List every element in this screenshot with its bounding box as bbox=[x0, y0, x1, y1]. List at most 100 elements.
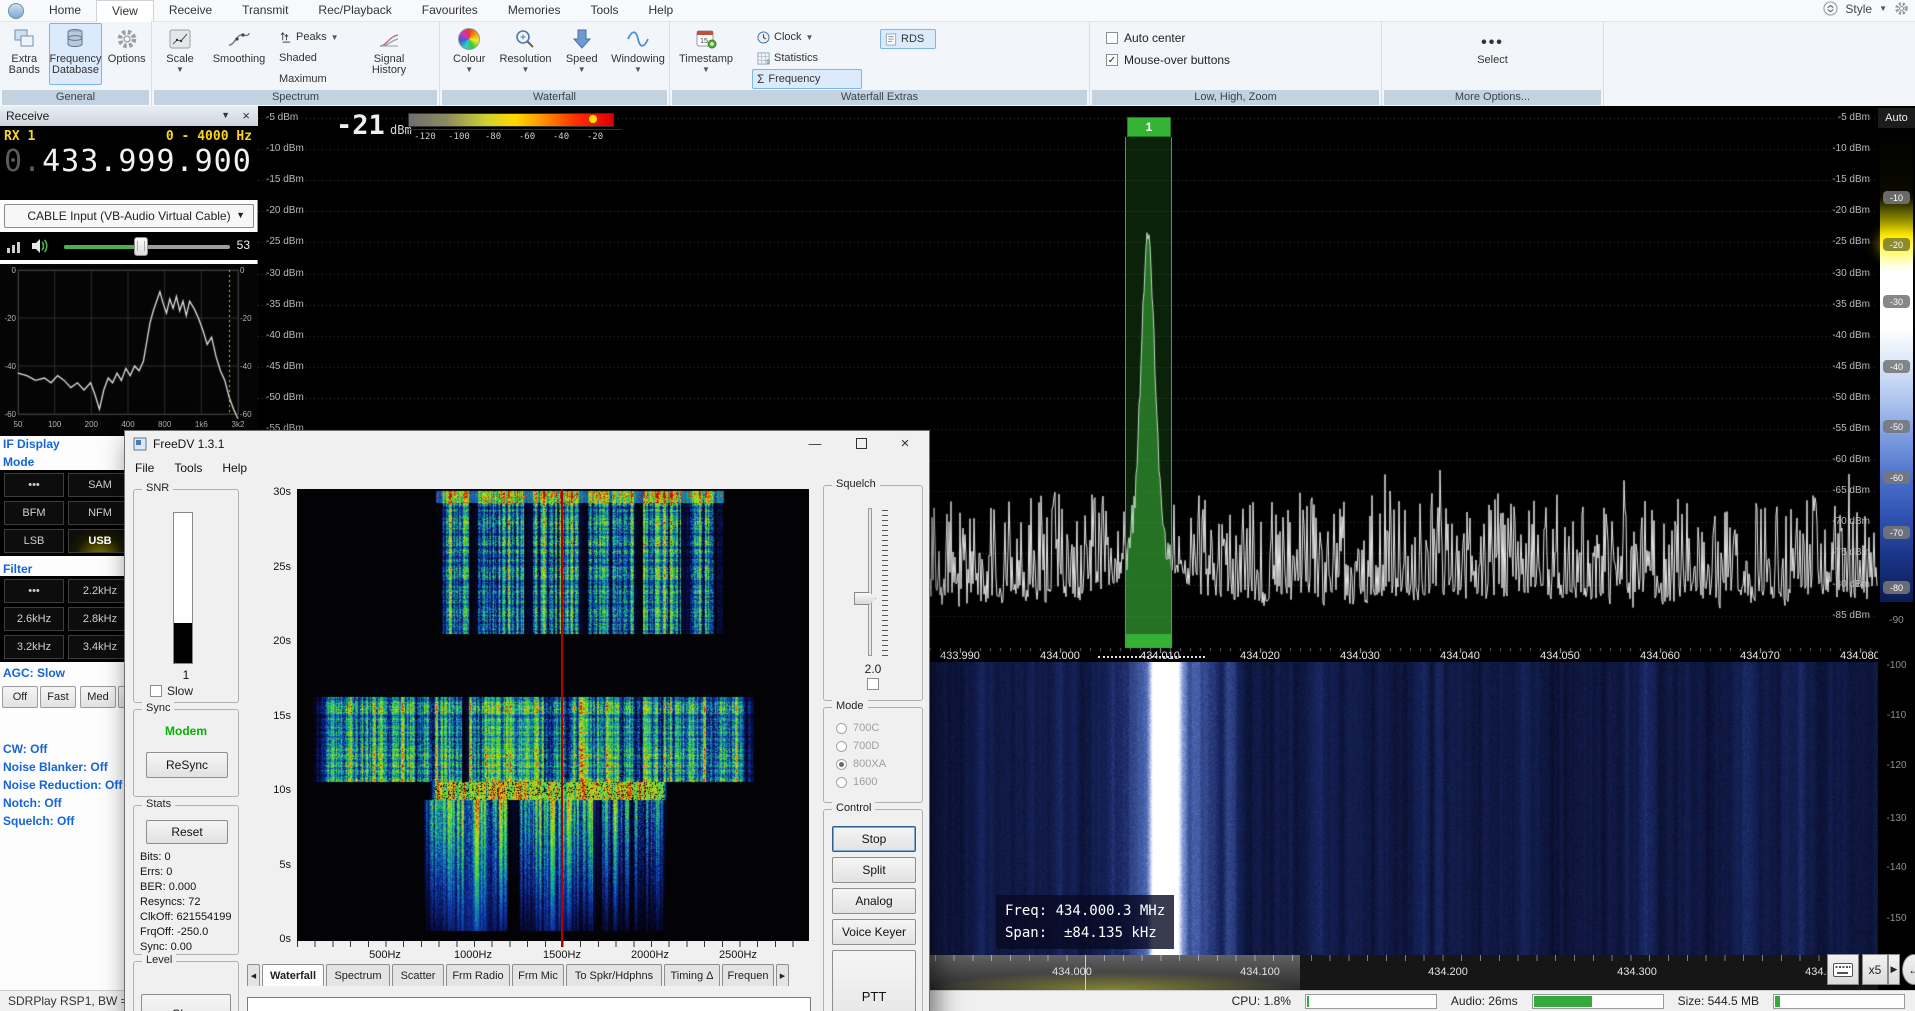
statistics-menu-item[interactable]: 9 Statistics bbox=[752, 48, 862, 68]
text-entry-field[interactable] bbox=[247, 997, 811, 1011]
ribbon-tab-receive[interactable]: Receive bbox=[154, 0, 227, 21]
filter-button-26khz[interactable]: 2.6kHz bbox=[4, 607, 64, 631]
audio-device-dropdown[interactable]: CABLE Input (VB-Audio Virtual Cable) ▼ bbox=[4, 204, 254, 228]
squelch-slider-track[interactable] bbox=[868, 508, 872, 656]
filter-button-[interactable]: ••• bbox=[4, 579, 64, 603]
resync-button[interactable]: ReSync bbox=[146, 752, 228, 778]
ribbon-tab-tools[interactable]: Tools bbox=[576, 0, 634, 21]
levels-icon[interactable] bbox=[6, 238, 22, 254]
if-spectrum-graph[interactable]: 00-20-20-40-40-60-60501002004008001k63k2 bbox=[0, 264, 258, 436]
rx-channel-band[interactable] bbox=[1125, 137, 1172, 648]
maximize-button[interactable] bbox=[839, 431, 883, 456]
peaks-menu-item[interactable]: Peaks▼ bbox=[274, 27, 358, 47]
select-button[interactable]: ••• Select bbox=[1458, 23, 1528, 85]
palette-gradient-bar[interactable] bbox=[408, 113, 614, 127]
stop-button[interactable]: Stop bbox=[832, 826, 916, 852]
legend-auto-button[interactable]: Auto bbox=[1878, 108, 1915, 128]
maximum-menu-item[interactable]: Maximum bbox=[274, 69, 358, 89]
ribbon-tab-view[interactable]: View bbox=[96, 0, 154, 22]
clock-menu-item[interactable]: Clock▼ bbox=[752, 27, 862, 47]
tab-frm-radio[interactable]: Frm Radio bbox=[446, 964, 510, 986]
mode-button-[interactable]: ••• bbox=[4, 473, 64, 497]
frequency-lcd[interactable]: RX 1 0 - 4000 Hz 0.433.999.900 bbox=[0, 126, 258, 200]
signal-history-button[interactable]: Signal History bbox=[362, 23, 416, 85]
filter-button-28khz[interactable]: 2.8kHz bbox=[68, 607, 132, 631]
agc-button-off[interactable]: Off bbox=[2, 686, 38, 708]
freedv-title-bar[interactable]: FreeDV 1.3.1 — × bbox=[125, 431, 929, 458]
settings-gear-icon[interactable] bbox=[1894, 1, 1909, 16]
ptt-button[interactable]: PTT bbox=[832, 950, 916, 1011]
style-menu[interactable]: Style bbox=[1845, 2, 1872, 16]
tabs-scroll-left[interactable]: ◀ bbox=[247, 964, 260, 986]
tab-frequen[interactable]: Frequen bbox=[722, 964, 774, 986]
rx-marker-badge[interactable]: 1 bbox=[1127, 117, 1171, 137]
frequency-menu-item[interactable]: Σ Frequency bbox=[752, 69, 862, 89]
resolution-button[interactable]: Resolution▼ bbox=[499, 23, 553, 85]
mode-option-1600[interactable]: 1600 bbox=[836, 776, 877, 788]
ribbon-tab-transmit[interactable]: Transmit bbox=[227, 0, 303, 21]
squelch-checkbox[interactable] bbox=[867, 678, 879, 690]
menu-file[interactable]: File bbox=[125, 461, 164, 475]
colour-button[interactable]: Colour▼ bbox=[444, 23, 495, 85]
scale-button[interactable]: Scale ▼ bbox=[156, 23, 204, 85]
tab-scatter[interactable]: Scatter bbox=[392, 964, 444, 986]
tab-spectrum[interactable]: Spectrum bbox=[326, 964, 390, 986]
agc-button-fast[interactable]: Fast bbox=[40, 686, 76, 708]
tab-timing-[interactable]: Timing Δ bbox=[664, 964, 720, 986]
ribbon-tab-help[interactable]: Help bbox=[634, 0, 689, 21]
mouse-over-buttons-checkbox[interactable]: ✓ bbox=[1106, 54, 1118, 66]
squelch-slider-thumb[interactable] bbox=[854, 592, 876, 605]
mode-option-700c[interactable]: 700C bbox=[836, 722, 879, 734]
rds-button[interactable]: RDS bbox=[880, 29, 936, 49]
tab-waterfall[interactable]: Waterfall bbox=[262, 964, 324, 986]
collapse-ribbon-icon[interactable] bbox=[1823, 1, 1838, 16]
shaded-menu-item[interactable]: Shaded bbox=[274, 48, 358, 68]
reset-button[interactable]: Reset bbox=[146, 820, 228, 844]
panel-close-icon[interactable]: × bbox=[242, 108, 250, 123]
radio-700d[interactable] bbox=[836, 741, 847, 752]
mode-button-sam[interactable]: SAM bbox=[68, 473, 132, 497]
filter-button-34khz[interactable]: 3.4kHz bbox=[68, 635, 132, 659]
tab-frm-mic[interactable]: Frm Mic bbox=[512, 964, 564, 986]
ribbon-tab-favourites[interactable]: Favourites bbox=[407, 0, 493, 21]
timestamp-button[interactable]: 15 Timestamp ▼ bbox=[674, 23, 738, 85]
speed-button[interactable]: Speed▼ bbox=[556, 23, 607, 85]
app-icon[interactable] bbox=[8, 3, 24, 19]
agc-button-med[interactable]: Med bbox=[80, 686, 116, 708]
frequency-database-button[interactable]: Frequency Database bbox=[49, 23, 103, 85]
checkbox-row-mouse-over-buttons[interactable]: ✓Mouse-over buttons bbox=[1106, 53, 1230, 67]
checkbox-row-auto-center[interactable]: Auto center bbox=[1106, 31, 1230, 45]
tab-to-spkr-hdphns[interactable]: To Spkr/Hdphns bbox=[566, 964, 662, 986]
ribbon-tab-home[interactable]: Home bbox=[34, 0, 96, 21]
tabs-scroll-right[interactable]: ▶ bbox=[776, 964, 789, 986]
filter-button-32khz[interactable]: 3.2kHz bbox=[4, 635, 64, 659]
split-button[interactable]: Split bbox=[832, 857, 916, 883]
analog-button[interactable]: Analog bbox=[832, 888, 916, 914]
waterfall-zoom-button[interactable]: x5 bbox=[1862, 954, 1888, 985]
style-dropdown-icon[interactable]: ▼ bbox=[1879, 4, 1887, 13]
filter-button-22khz[interactable]: 2.2kHz bbox=[68, 579, 132, 603]
frequency-readout[interactable]: 0.433.999.900 bbox=[4, 144, 252, 179]
zoom-step-right-button[interactable]: ▶ bbox=[1888, 954, 1900, 985]
mode-button-nfm[interactable]: NFM bbox=[68, 501, 132, 525]
radio-700c[interactable] bbox=[836, 723, 847, 734]
receive-panel-header[interactable]: Receive ▼ × bbox=[0, 106, 258, 127]
menu-tools[interactable]: Tools bbox=[164, 461, 212, 475]
mode-button-usb[interactable]: USB bbox=[68, 529, 132, 553]
smoothing-button[interactable]: Smoothing bbox=[208, 23, 270, 85]
menu-help[interactable]: Help bbox=[212, 461, 257, 475]
slow-checkbox[interactable] bbox=[150, 685, 162, 697]
minimize-button[interactable]: — bbox=[793, 431, 837, 456]
volume-slider-thumb[interactable] bbox=[134, 237, 148, 256]
mode-option-800xa[interactable]: 800XA bbox=[836, 758, 886, 770]
windowing-button[interactable]: Windowing▼ bbox=[611, 23, 665, 85]
extra-bands-button[interactable]: Extra Bands bbox=[4, 23, 45, 85]
speaker-icon[interactable] bbox=[30, 237, 50, 255]
close-button[interactable]: × bbox=[883, 431, 927, 456]
keyboard-entry-button[interactable] bbox=[1827, 954, 1859, 985]
options-button[interactable]: Options bbox=[106, 23, 147, 85]
ribbon-tab-rec-playback[interactable]: Rec/Playback bbox=[303, 0, 406, 21]
clear-button[interactable]: Clear bbox=[141, 994, 231, 1011]
radio-800xa[interactable] bbox=[836, 759, 847, 770]
voice-keyer-button[interactable]: Voice Keyer bbox=[832, 919, 916, 945]
